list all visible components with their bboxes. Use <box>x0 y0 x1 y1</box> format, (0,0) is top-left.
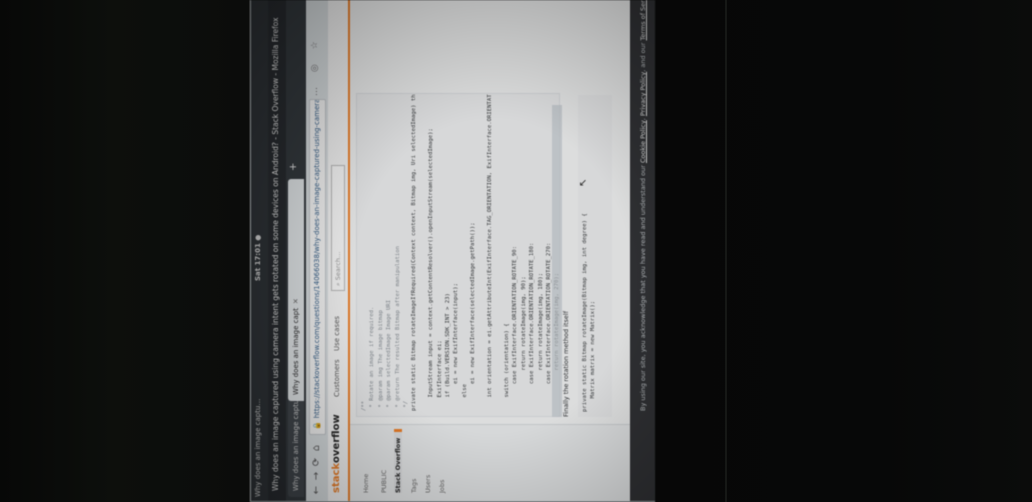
code-line: else <box>461 384 468 411</box>
forward-arrow-icon[interactable]: → <box>310 469 324 483</box>
code-line: ei = new ExifInterface(input); <box>453 283 460 411</box>
rotated-desktop: Why does an image captu… Sat 17:01 ● Why… <box>251 0 655 501</box>
code-line: * @param img The image bitmap <box>377 309 384 411</box>
cookie-separator: , and our <box>639 40 647 72</box>
site-logo[interactable]: stackoverflow <box>331 414 342 493</box>
home-icon[interactable]: ⌂ <box>310 441 324 455</box>
code-block[interactable]: /** * Rotate an image if required. * @pa… <box>356 93 560 417</box>
window-title: Why does an image captured using camera … <box>271 17 280 491</box>
cookie-text: By using our site, you acknowledge that … <box>639 163 647 411</box>
code-line: * @return The resulted Bitmap after mani… <box>394 245 401 411</box>
code-line: switch (orientation) { <box>503 323 510 411</box>
web-page: stackoverflow Customers Use cases ⌕ Sear… <box>328 0 655 501</box>
code-line: ei = new ExifInterface(selectedImage.get… <box>470 222 477 411</box>
close-icon[interactable]: ✕ <box>292 298 300 304</box>
code-line: case ExifInterface.ORIENTATION_ROTATE_18… <box>529 242 536 411</box>
code-line: * Rotate an image if required. <box>369 306 376 411</box>
dark-background-right <box>655 0 1032 502</box>
sidebar-item-stack-overflow[interactable]: Stack Overflow <box>394 428 402 493</box>
mouse-cursor-icon: ↖ <box>578 178 589 187</box>
cookie-policy-link[interactable]: Cookie Policy <box>639 120 647 163</box>
code-line: return rotateImage(img, 90); <box>520 276 527 411</box>
url-bar[interactable]: 🔒 https://stackoverflow.com/questions/140… <box>309 99 326 435</box>
monitor-screen: Why does an image captu… Sat 17:01 ● Why… <box>250 0 655 502</box>
system-top-bar: Why does an image captu… Sat 17:01 ● <box>251 0 268 501</box>
code-line: int orientation = ei.getAttributeInt(Exi… <box>487 93 494 411</box>
code-line: ExifInterface ei; <box>436 340 443 411</box>
tab-strip: Why does an image captu ✕ Why does an im… <box>286 0 306 501</box>
code-block-rotate[interactable]: private static Bitmap rotateImage(Bitmap… <box>578 95 612 417</box>
code-line: Matrix matrix = new Matrix(); <box>590 300 596 412</box>
code-line: * @param selectedImage Image URI <box>386 299 393 411</box>
tab-label: Why does an image captu <box>292 399 300 491</box>
system-clock[interactable]: Sat 17:01 ● <box>254 235 262 281</box>
sidebar-item-users[interactable]: Users <box>424 475 432 493</box>
photo-stage: Why does an image captu… Sat 17:01 ● Why… <box>0 0 1032 502</box>
url-text: https://stackoverflow.com/questions/1406… <box>313 99 321 419</box>
tab-label: Why does an image capt <box>292 308 300 395</box>
tab-active[interactable]: Why does an image capt ✕ <box>288 179 304 401</box>
sidebar-section-public: PUBLIC <box>380 469 388 493</box>
code-line: case ExifInterface.ORIENTATION_ROTATE_90… <box>512 245 519 411</box>
cookie-banner: By using our site, you acknowledge that … <box>630 0 655 501</box>
nav-customers-link[interactable]: Customers <box>333 359 341 397</box>
search-icon: ⌕ <box>334 280 342 286</box>
terms-of-service-link[interactable]: Terms of Service <box>639 0 647 40</box>
code-line: private static Bitmap rotateImageIfRequi… <box>411 93 418 411</box>
sidebar-item-home[interactable]: Home <box>362 474 370 493</box>
code-line: if (Build.VERSION.SDK_INT > 23) <box>445 293 452 411</box>
code-horizontal-scrollbar[interactable] <box>552 105 562 417</box>
left-sidebar: Home PUBLIC Stack Overflow Tags Users Jo… <box>350 424 655 501</box>
sidebar-item-jobs[interactable]: Jobs <box>438 480 446 493</box>
system-activity-label[interactable]: Why does an image captu… <box>254 399 262 497</box>
tab-inactive[interactable]: Why does an image captu ✕ <box>288 390 304 497</box>
dark-background-left <box>0 0 250 502</box>
site-header: stackoverflow Customers Use cases ⌕ Sear… <box>328 0 350 501</box>
navigation-toolbar: ← → ⟳ ⌂ 🔒 https://stackoverflow.com/quest… <box>306 0 329 501</box>
monitor-bezel-edge <box>725 0 727 502</box>
cookie-separator: , <box>639 116 647 121</box>
privacy-policy-link[interactable]: Privacy Policy <box>639 72 647 116</box>
code-line: /** <box>361 400 367 411</box>
code-line: */ <box>403 400 410 411</box>
answer-content: /** * Rotate an image if required. * @pa… <box>356 93 652 417</box>
code-line: return rotateImage(img, 180); <box>537 272 544 411</box>
window-title-bar: Why does an image captured using camera … <box>268 0 286 501</box>
code-line: InputStream input = context.getContentRe… <box>428 128 435 411</box>
code-line: private static Bitmap rotateImage(Bitmap… <box>582 213 588 412</box>
answer-text: Finally the rotation method itself <box>562 311 570 417</box>
page-actions-icons[interactable]: … ◎ ☆ <box>310 35 320 96</box>
reload-icon[interactable]: ⟳ <box>310 455 324 469</box>
sidebar-item-tags[interactable]: Tags <box>410 479 418 493</box>
lock-icon: 🔒 <box>313 421 321 430</box>
new-tab-button[interactable]: + <box>288 163 299 171</box>
back-arrow-icon[interactable]: ← <box>310 483 324 497</box>
site-search-input[interactable]: ⌕ Search… <box>331 165 345 291</box>
nav-use-cases-link[interactable]: Use cases <box>333 316 341 351</box>
